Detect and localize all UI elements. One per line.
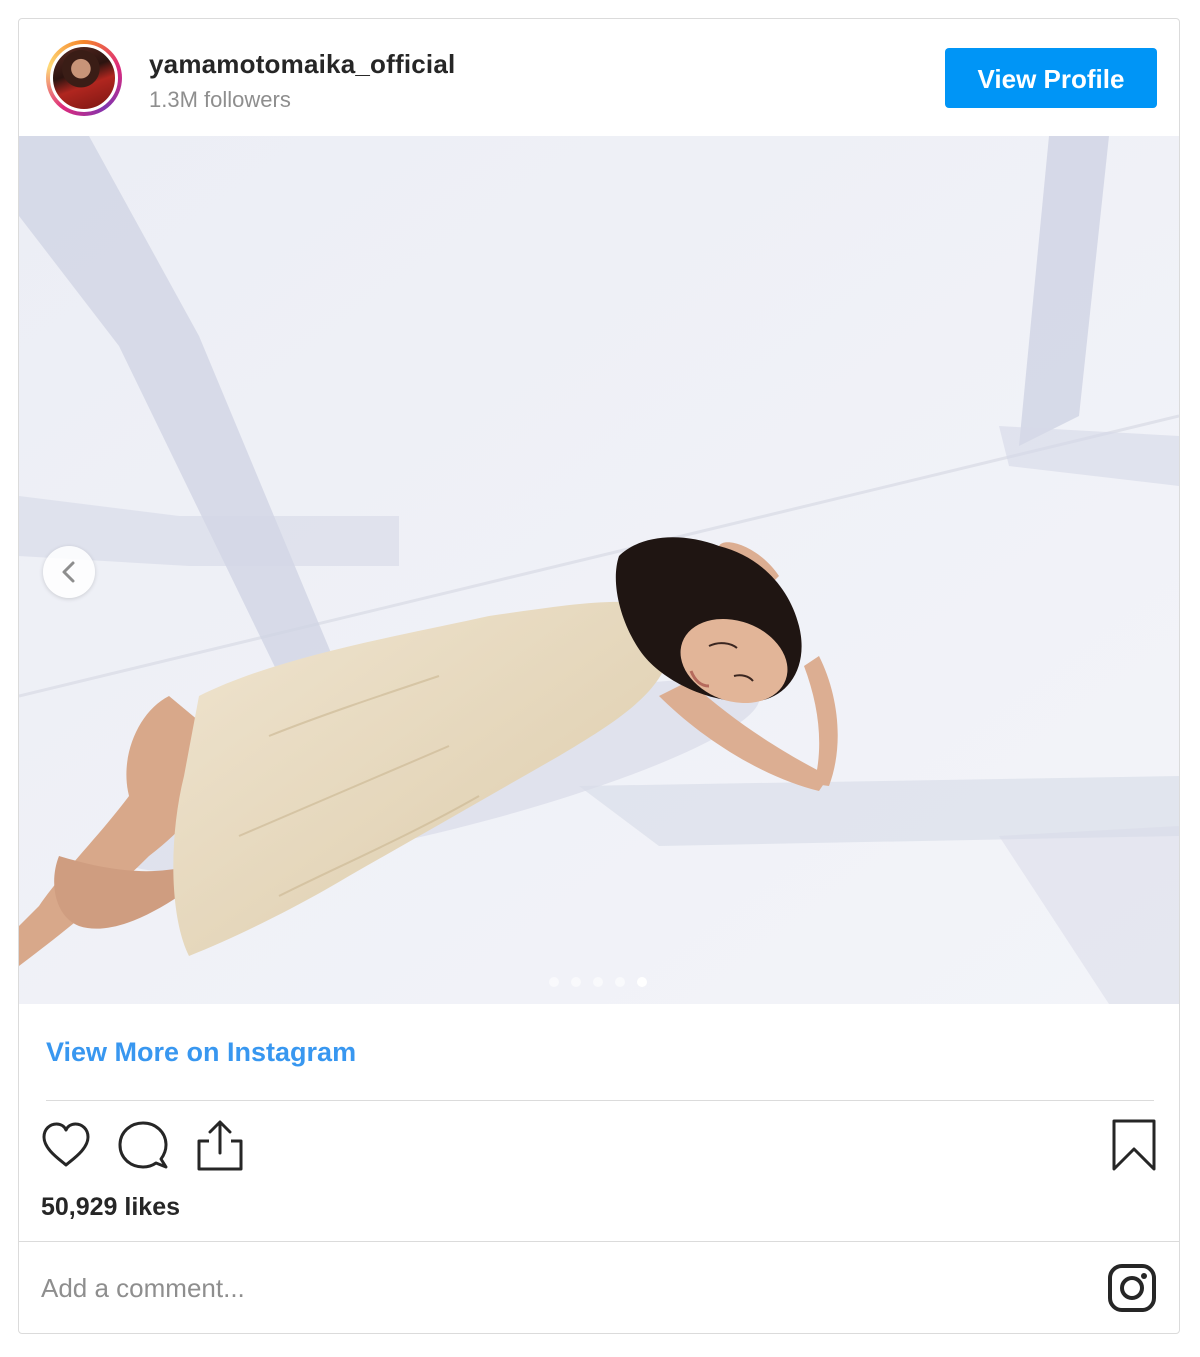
divider xyxy=(19,1241,1179,1242)
instagram-embed-card: yamamotomaika_official 1.3M followers Vi… xyxy=(18,18,1180,1334)
post-header: yamamotomaika_official 1.3M followers Vi… xyxy=(19,19,1179,136)
carousel-dot xyxy=(593,977,603,987)
view-more-link[interactable]: View More on Instagram xyxy=(46,1037,356,1068)
comment-icon xyxy=(118,1121,168,1169)
carousel-dot xyxy=(615,977,625,987)
avatar[interactable] xyxy=(50,44,118,112)
username[interactable]: yamamotomaika_official xyxy=(149,49,455,80)
follower-count: 1.3M followers xyxy=(149,87,291,112)
like-button[interactable] xyxy=(39,1119,93,1173)
instagram-icon xyxy=(1108,1264,1156,1312)
share-icon xyxy=(197,1120,243,1171)
view-profile-button[interactable]: View Profile xyxy=(945,48,1157,108)
carousel-dot xyxy=(549,977,559,987)
carousel-dot-active xyxy=(637,977,647,987)
carousel-dot xyxy=(571,977,581,987)
comment-button[interactable] xyxy=(116,1119,170,1173)
divider xyxy=(46,1100,1154,1101)
photo-illustration xyxy=(19,136,1179,1004)
avatar-story-ring[interactable] xyxy=(46,40,122,116)
post-photo[interactable] xyxy=(19,136,1179,1004)
previous-slide-button[interactable] xyxy=(43,546,95,598)
like-count: 50,929 likes xyxy=(41,1193,181,1221)
heart-icon xyxy=(42,1122,90,1167)
comment-input[interactable] xyxy=(41,1266,941,1310)
instagram-logo-link[interactable] xyxy=(1108,1264,1156,1312)
share-button[interactable] xyxy=(193,1119,247,1173)
bookmark-icon xyxy=(1112,1119,1156,1171)
chevron-left-icon xyxy=(62,561,75,583)
save-button[interactable] xyxy=(1107,1119,1161,1173)
